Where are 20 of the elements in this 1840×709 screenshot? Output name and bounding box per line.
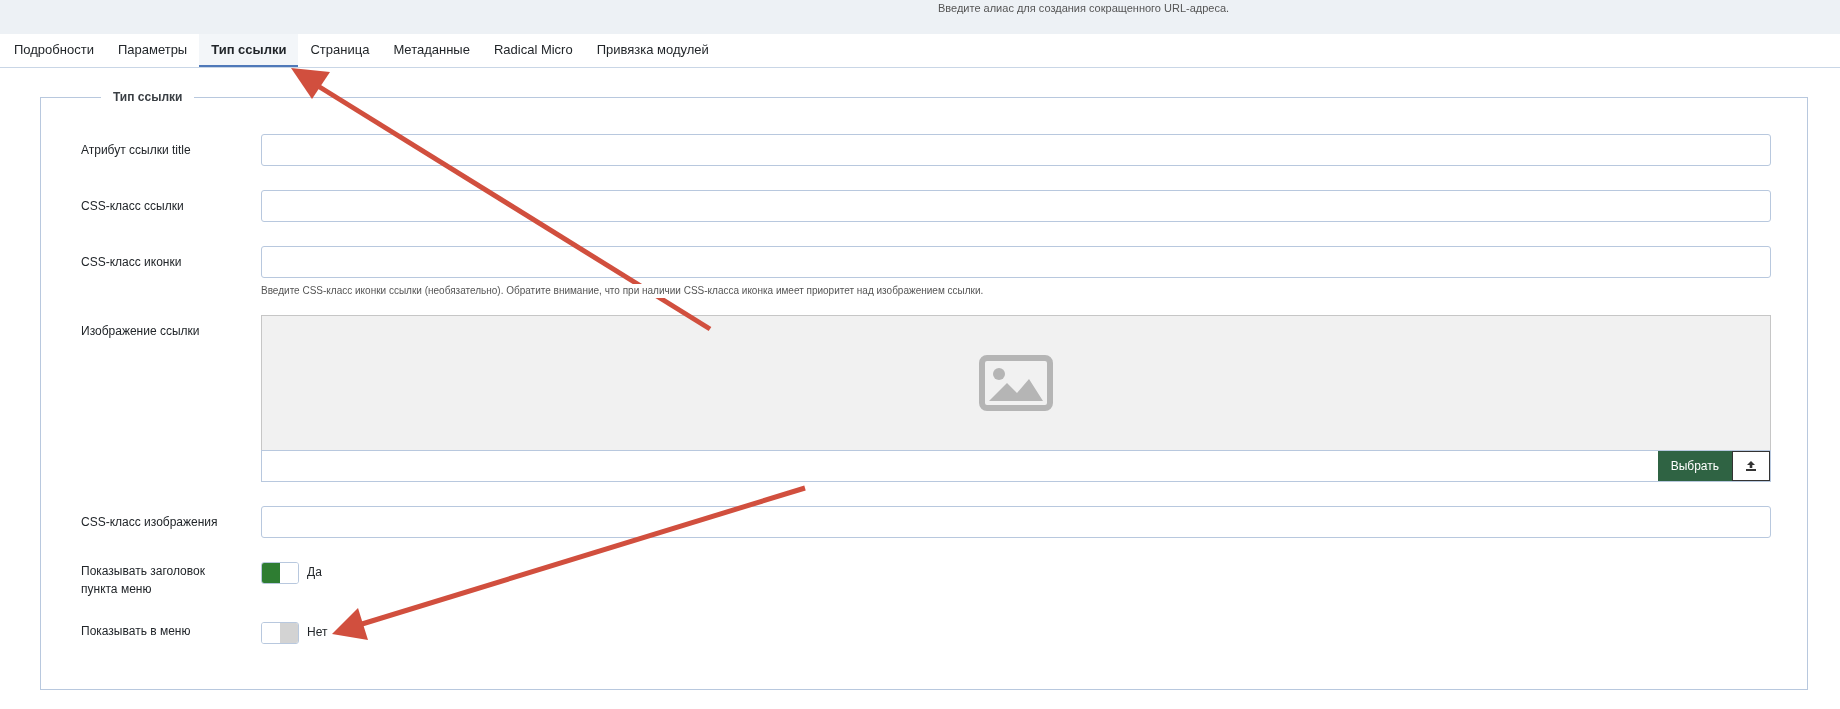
field-label: Изображение ссылки xyxy=(81,323,201,340)
field-label: CSS-класс изображения xyxy=(81,514,219,531)
tab[interactable]: Тип ссылки xyxy=(199,34,299,67)
field-label: Показывать заголовок пункта меню xyxy=(81,563,206,598)
field-label: CSS-класс ссылки xyxy=(81,198,185,215)
field-label: Показывать в меню xyxy=(81,623,192,640)
toggle-switch[interactable] xyxy=(261,622,299,644)
toggle-switch[interactable] xyxy=(261,562,299,584)
fieldset-legend: Тип ссылки xyxy=(101,90,195,104)
field-label: CSS-класс иконки xyxy=(81,254,183,271)
alias-hint: Введите алиас для создания сокращенного URL-адреса. xyxy=(938,2,1230,14)
field-hint: Введите CSS-класс иконки ссылки (необязательно). Обратите внимание, что при наличии CSS-класса иконка имеет приоритет над изображением ссылки. xyxy=(261,284,984,298)
switch-value: Да xyxy=(307,564,322,581)
image-icon xyxy=(979,355,1053,411)
input-field[interactable] xyxy=(261,246,1771,278)
field-label: Атрибут ссылки title xyxy=(81,142,192,159)
input-field[interactable] xyxy=(261,190,1771,222)
switch-value: Нет xyxy=(307,624,328,641)
input-field[interactable] xyxy=(261,134,1771,166)
input-field[interactable] xyxy=(261,506,1771,538)
